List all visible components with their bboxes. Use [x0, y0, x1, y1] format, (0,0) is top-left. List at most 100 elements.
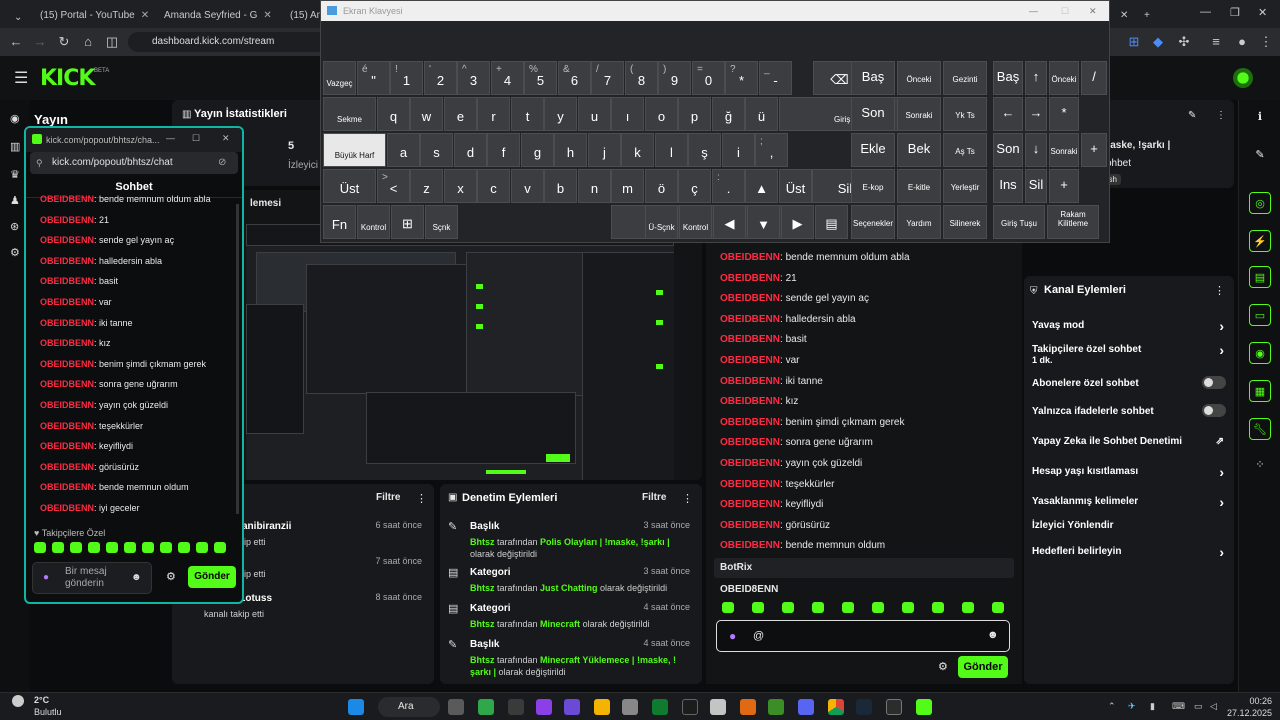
new-tab-button[interactable]: + — [1136, 4, 1154, 26]
emote-icon[interactable] — [52, 542, 64, 553]
keyboard-key[interactable]: o — [645, 97, 678, 131]
keyboard-key[interactable]: e — [444, 97, 477, 131]
keyboard-key[interactable]: n — [578, 169, 611, 203]
emoji-icon[interactable]: ☻ — [987, 629, 999, 641]
filter-button[interactable]: Filtre — [376, 492, 400, 503]
close-icon[interactable]: ✕ — [263, 10, 271, 21]
keyboard-key[interactable]: ğ — [712, 97, 745, 131]
app-icon[interactable] — [682, 699, 698, 715]
emote-icon[interactable] — [812, 602, 824, 613]
emote-icon[interactable] — [752, 602, 764, 613]
chat-username[interactable]: OBEIDBENN — [40, 359, 94, 369]
chat-username[interactable]: OBEIDBENN — [720, 417, 780, 428]
keyboard-key[interactable]: é " — [357, 61, 390, 95]
split-view-icon[interactable]: ◫ — [104, 34, 120, 50]
keyboard-key[interactable]: ı — [611, 97, 644, 131]
emote-icon[interactable] — [872, 602, 884, 613]
keyboard-key[interactable]: c — [477, 169, 510, 203]
keyboard-key[interactable]: ö — [645, 169, 678, 203]
more-options-icon[interactable]: ⋮ — [682, 492, 693, 505]
keyboard-key[interactable]: Ekle — [851, 133, 895, 167]
minimize-icon[interactable]: — — [1029, 1, 1038, 21]
app-icon[interactable] — [508, 699, 524, 715]
maximize-icon[interactable]: ☐ — [192, 133, 200, 144]
maximize-icon[interactable]: ☐ — [1061, 1, 1069, 21]
chrome-icon[interactable] — [828, 699, 844, 715]
site-info-icon[interactable]: ⚲ — [36, 152, 43, 174]
keyboard-key[interactable]: + — [1049, 169, 1079, 203]
keyboard-key[interactable]: f — [487, 133, 520, 167]
terminal-icon[interactable] — [886, 699, 902, 715]
keyboard-key[interactable]: Ü-Sçnk — [645, 205, 678, 239]
channel-action-item[interactable]: Yavaş mod › — [1032, 318, 1228, 334]
emote-icon[interactable] — [992, 602, 1004, 613]
keyboard-key[interactable]: g — [521, 133, 554, 167]
volume-icon[interactable]: ◁ — [1210, 701, 1217, 712]
edit-icon[interactable]: ✎ — [1249, 144, 1271, 166]
keyboard-key[interactable]: a — [387, 133, 420, 167]
keyboard-key[interactable]: u — [578, 97, 611, 131]
browser-menu-icon[interactable]: ⋮ — [1258, 34, 1274, 50]
emote-icon[interactable] — [70, 542, 82, 553]
keyboard-key[interactable]: Sonraki — [897, 97, 941, 131]
channel-action-item[interactable]: Yalnızca ifadelerle sohbet — [1032, 404, 1228, 417]
toggle-switch[interactable] — [1202, 376, 1226, 389]
extensions-puzzle-icon[interactable]: ✣ — [1176, 34, 1192, 50]
keyboard-key[interactable]: > < — [377, 169, 410, 203]
keyboard-key[interactable]: Önceki — [1049, 61, 1079, 95]
close-icon[interactable]: ✕ — [222, 133, 230, 144]
home-icon[interactable]: ⌂ — [80, 34, 96, 50]
chat-username[interactable]: OBEIDBENN — [720, 479, 780, 490]
search-app-icon[interactable] — [740, 699, 756, 715]
community-icon[interactable]: ♟ — [10, 194, 22, 207]
minecraft-icon[interactable] — [768, 699, 784, 715]
chat-username[interactable]: OBEIDBENN — [40, 462, 94, 472]
broadcast-icon[interactable]: ◉ — [1249, 342, 1271, 364]
keyboard-key[interactable]: l — [655, 133, 688, 167]
keyboard-key[interactable]: ▶ — [781, 205, 814, 239]
forward-icon[interactable]: → — [32, 34, 48, 50]
keyboard-key[interactable]: Son — [851, 97, 895, 131]
emote-icon[interactable] — [106, 542, 118, 553]
keyboard-key[interactable]: Giriş Tuşu — [993, 205, 1045, 239]
keyboard-key[interactable]: Vazgeç — [323, 61, 356, 95]
microphone-icon[interactable]: ● — [43, 572, 49, 583]
tab-youtube-2[interactable]: (15) Am — [276, 4, 322, 26]
chat-username[interactable]: OBEIDBENN — [720, 314, 780, 325]
lightning-icon[interactable]: ⚡ — [1249, 230, 1271, 252]
discord-icon[interactable] — [798, 699, 814, 715]
keyboard-key[interactable]: E-kitle — [897, 169, 941, 203]
close-icon[interactable]: ✕ — [1089, 1, 1097, 21]
emote-icon[interactable] — [124, 542, 136, 553]
keyboard-tray-icon[interactable]: ⌨ — [1172, 701, 1185, 712]
more-options-icon[interactable]: ⋮ — [416, 492, 427, 505]
keyboard-key[interactable]: ? * — [725, 61, 758, 95]
keyboard-key[interactable]: % 5 — [524, 61, 557, 95]
settings-icon[interactable]: ⚙ — [10, 246, 22, 259]
keyboard-key[interactable]: = 0 — [692, 61, 725, 95]
app-icon[interactable] — [622, 699, 638, 715]
chat-username[interactable]: OBEIDBENN — [40, 276, 94, 286]
chat-username[interactable]: OBEIDBENN — [40, 482, 94, 492]
steam-icon[interactable] — [856, 699, 872, 715]
toggle-switch[interactable] — [1202, 404, 1226, 417]
keyboard-key[interactable]: ş — [688, 133, 721, 167]
more-options-icon[interactable]: ⋮ — [1214, 284, 1225, 297]
chat-username[interactable]: OBEIDBENN — [40, 256, 94, 266]
keyboard-key[interactable]: Sil — [1025, 169, 1047, 203]
keyboard-key[interactable]: m — [611, 169, 644, 203]
keyboard-key[interactable]: Seçenekler — [851, 205, 895, 239]
tray-icon[interactable]: ✈ — [1128, 701, 1136, 712]
keyboard-key[interactable]: d — [454, 133, 487, 167]
keyboard-key[interactable]: E-kop — [851, 169, 895, 203]
info-icon[interactable]: ℹ — [1249, 106, 1271, 128]
close-icon[interactable]: ✕ — [141, 10, 148, 21]
keyboard-key[interactable]: / — [1081, 61, 1107, 95]
layout-icon[interactable]: ▦ — [1249, 380, 1271, 402]
keyboard-key[interactable]: Önceki — [897, 61, 941, 95]
trophy-icon[interactable]: ♛ — [10, 168, 22, 181]
keyboard-key[interactable]: (8 — [625, 61, 658, 95]
emote-icon[interactable] — [902, 602, 914, 613]
hamburger-menu-icon[interactable]: ☰ — [14, 68, 28, 88]
channel-action-item[interactable]: Yapay Zeka ile Sohbet Denetimi ⇗ — [1032, 436, 1228, 447]
